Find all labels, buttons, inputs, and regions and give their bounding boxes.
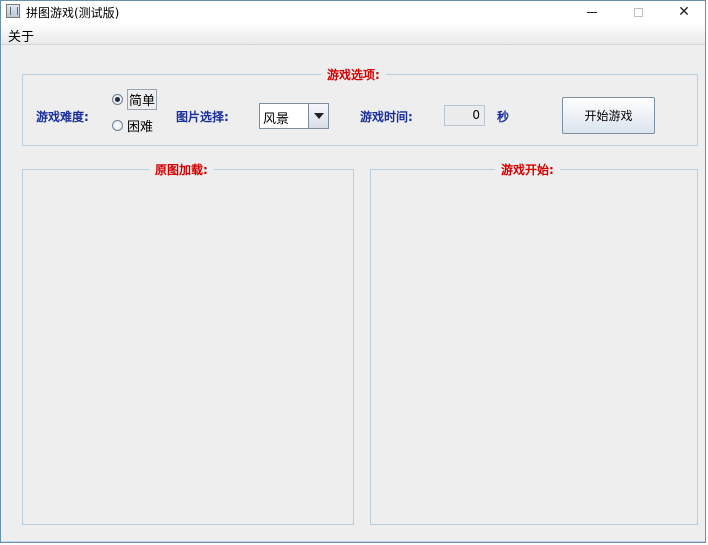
minimize-icon (587, 11, 597, 13)
close-icon: ✕ (678, 4, 690, 20)
image-select-value: 风景 (263, 112, 290, 127)
radio-hard[interactable]: 困难 (112, 116, 153, 135)
difficulty-label: 游戏难度: (36, 110, 89, 124)
maximize-icon (633, 7, 643, 17)
chevron-down-icon (313, 113, 324, 119)
original-image-panel: 原图加载: (22, 161, 354, 525)
radio-hard-icon[interactable] (112, 120, 123, 131)
start-game-button[interactable]: 开始游戏 (562, 97, 655, 134)
radio-easy-icon[interactable] (112, 94, 123, 105)
minimize-button[interactable] (569, 1, 615, 23)
game-area-panel: 游戏开始: (370, 161, 698, 525)
maximize-button[interactable] (615, 1, 661, 23)
original-image-panel-title: 原图加载: (149, 161, 214, 178)
radio-easy[interactable]: 简单 (112, 89, 158, 110)
radio-easy-label: 简单 (127, 89, 158, 110)
app-window: 拼图游戏(测试版) ✕ 关于 游戏选项: 游戏难度: 简单 困难 图片选择: 风… (0, 0, 706, 543)
app-icon (6, 4, 20, 18)
image-select-combobox[interactable]: 风景 (259, 103, 329, 129)
game-time-field: 0 (444, 105, 485, 126)
game-area-panel-title: 游戏开始: (495, 161, 560, 178)
menu-item-about[interactable]: 关于 (8, 26, 34, 45)
radio-hard-label: 困难 (127, 120, 154, 135)
options-panel-title: 游戏选项: (321, 66, 386, 83)
menu-bar: 关于 (1, 23, 705, 45)
title-bar[interactable]: 拼图游戏(测试版) ✕ (1, 1, 705, 23)
image-select-label: 图片选择: (176, 110, 229, 124)
window-bottom-border (1, 541, 705, 542)
game-time-unit: 秒 (497, 110, 510, 124)
close-button[interactable]: ✕ (661, 1, 707, 23)
dropdown-button[interactable] (308, 104, 328, 128)
game-time-label: 游戏时间: (360, 110, 413, 124)
window-title: 拼图游戏(测试版) (26, 6, 120, 20)
